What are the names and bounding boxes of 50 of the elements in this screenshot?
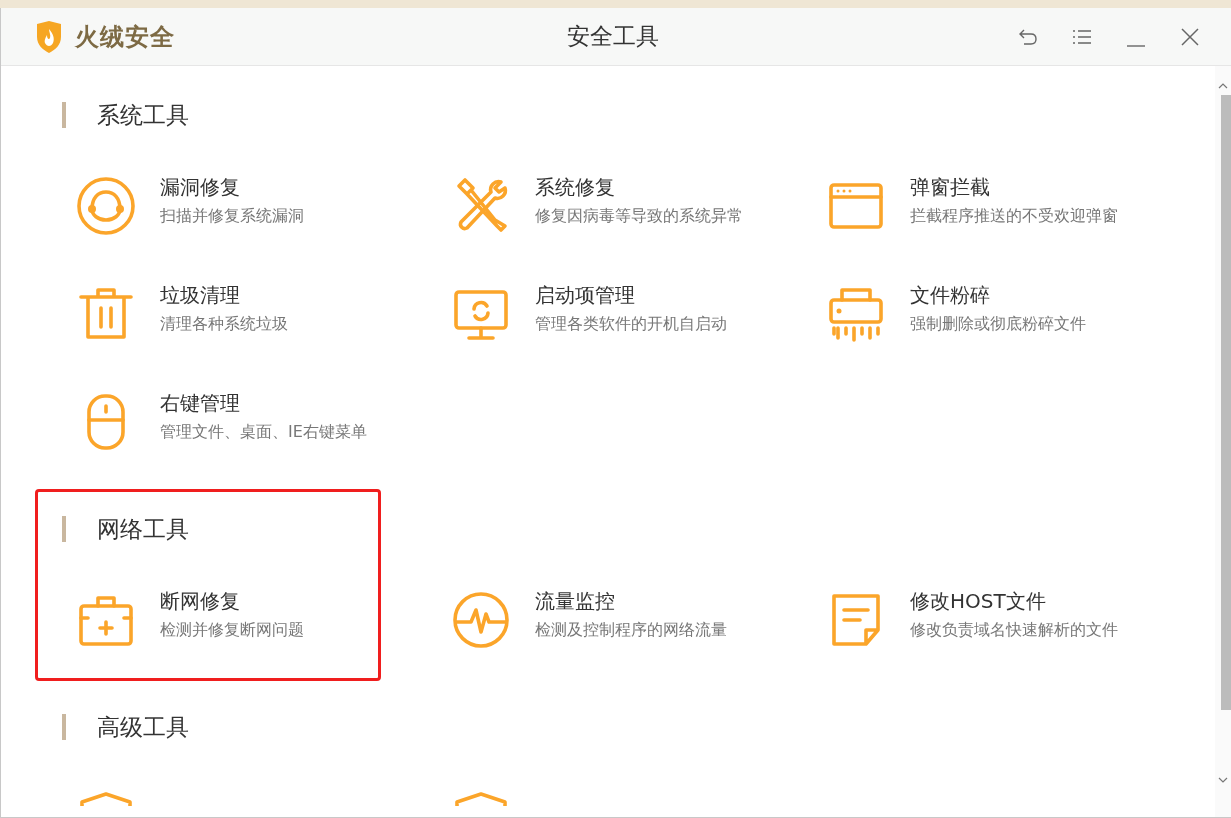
tool-title: 修改HOST文件	[910, 588, 1047, 615]
headset-circle-icon	[76, 176, 136, 236]
tool-title: 弹窗拦截	[910, 174, 991, 201]
scroll-down-icon[interactable]	[1218, 777, 1228, 783]
tool-item[interactable]: 断网修复 检测并修复断网问题	[76, 587, 451, 695]
tool-item[interactable]: 修改HOST文件 修改负责域名快速解析的文件	[826, 587, 1201, 695]
tool-item[interactable]: 系统修复 修复因病毒等导致的系统异常	[451, 173, 826, 281]
scrollbar-thumb[interactable]	[1221, 95, 1231, 710]
tool-item[interactable]: 文件粉碎 强制删除或彻底粉碎文件	[826, 281, 1201, 389]
pulse-circle-icon	[451, 590, 511, 650]
tool-description: 拦截程序推送的不受欢迎弹窗	[910, 205, 1118, 227]
scrollbar[interactable]	[1215, 66, 1231, 817]
tool-description: 管理各类软件的开机自启动	[535, 313, 727, 335]
close-button[interactable]	[1179, 25, 1201, 48]
tool-title: 流量监控	[535, 588, 616, 615]
tool-title: 断网修复	[160, 588, 241, 615]
tool-description: 修改负责域名快速解析的文件	[910, 619, 1118, 641]
tool-title: 文件粉碎	[910, 282, 991, 309]
section-title: 高级工具	[97, 712, 189, 742]
section-marker	[62, 714, 66, 740]
tool-title: 漏洞修复	[160, 174, 241, 201]
section-marker	[62, 516, 66, 542]
tool-title: 右键管理	[160, 390, 241, 417]
close-icon	[1181, 27, 1199, 46]
section-marker	[62, 102, 66, 128]
menu-icon	[1072, 28, 1092, 45]
scroll-up-icon[interactable]	[1218, 83, 1228, 89]
tool-title: 启动项管理	[535, 282, 636, 309]
tool-item[interactable]: 流量监控 检测及控制程序的网络流量	[451, 587, 826, 695]
tool-description: 检测及控制程序的网络流量	[535, 619, 727, 641]
tool-description: 扫描并修复系统漏洞	[160, 205, 304, 227]
flame-shield-logo-icon	[35, 20, 63, 53]
section-title: 系统工具	[97, 100, 189, 130]
minimize-icon	[1126, 43, 1146, 48]
brand-name: 火绒安全	[75, 21, 175, 53]
tool-item[interactable]: 漏洞修复 扫描并修复系统漏洞	[76, 173, 451, 281]
tool-description: 检测并修复断网问题	[160, 619, 304, 641]
tool-description: 修复因病毒等导致的系统异常	[535, 205, 743, 227]
tool-item[interactable]: 垃圾清理 清理各种系统垃圾	[76, 281, 451, 389]
tool-description: 清理各种系统垃圾	[160, 313, 288, 335]
tool-item[interactable]: 启动项管理 管理各类软件的开机自启动	[451, 281, 826, 389]
tool-description: 管理文件、桌面、IE右键菜单	[160, 421, 367, 443]
window-title: 安全工具	[567, 22, 659, 52]
tool-item[interactable]: 弹窗拦截 拦截程序推送的不受欢迎弹窗	[826, 173, 1201, 281]
section-title: 网络工具	[97, 514, 189, 544]
tool-title: 垃圾清理	[160, 282, 241, 309]
tool-description: 强制删除或彻底粉碎文件	[910, 313, 1086, 335]
tool-title: 系统修复	[535, 174, 616, 201]
tool-item[interactable]: 右键管理 管理文件、桌面、IE右键菜单	[76, 389, 451, 497]
undo-icon	[1018, 27, 1038, 46]
